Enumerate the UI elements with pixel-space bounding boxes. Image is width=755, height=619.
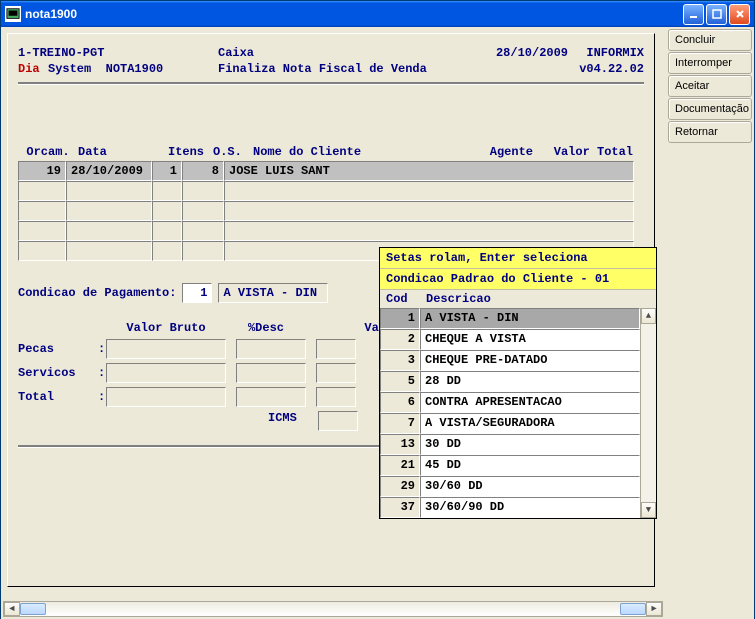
popup-option-list[interactable]: 1A VISTA - DIN2CHEQUE A VISTA3CHEQUE PRE… bbox=[380, 308, 640, 518]
orders-grid[interactable]: 19 28/10/2009 1 8 JOSE LUIS SANT bbox=[18, 161, 644, 261]
maximize-button[interactable] bbox=[706, 4, 727, 25]
hscroll-thumb-right[interactable] bbox=[620, 603, 646, 615]
popup-scrollbar[interactable]: ▲ ▼ bbox=[640, 308, 656, 518]
popup-option[interactable]: 7A VISTA/SEGURADORA bbox=[380, 413, 640, 434]
documentacao-button[interactable]: Documentação bbox=[668, 98, 752, 120]
action-sidebar: Concluir Interromper Aceitar Documentaçã… bbox=[668, 29, 752, 143]
condicao-label: Condicao de Pagamento: bbox=[18, 286, 176, 300]
popup-option[interactable]: 2145 DD bbox=[380, 455, 640, 476]
table-row[interactable] bbox=[18, 221, 644, 241]
window-title: nota1900 bbox=[25, 7, 683, 21]
table-row[interactable] bbox=[18, 181, 644, 201]
total-liq-field bbox=[316, 387, 356, 407]
icms-label: ICMS bbox=[268, 411, 318, 431]
table-row[interactable] bbox=[18, 201, 644, 221]
horizontal-scrollbar[interactable]: ◄ ► bbox=[3, 601, 663, 617]
minimize-button[interactable] bbox=[683, 4, 704, 25]
scroll-right-button[interactable]: ► bbox=[646, 602, 662, 616]
popup-option[interactable]: 528 DD bbox=[380, 371, 640, 392]
condicao-code-field[interactable]: 1 bbox=[182, 283, 212, 303]
app-icon bbox=[5, 6, 21, 22]
popup-hint: Setas rolam, Enter seleciona bbox=[380, 248, 656, 269]
titlebar[interactable]: nota1900 bbox=[1, 1, 754, 27]
popup-option[interactable]: 2CHEQUE A VISTA bbox=[380, 329, 640, 350]
header-module: Caixa bbox=[218, 46, 458, 60]
condicao-lookup-popup: Setas rolam, Enter seleciona Condicao Pa… bbox=[379, 247, 657, 519]
header-db: INFORMIX bbox=[568, 46, 644, 60]
popup-option[interactable]: 3CHEQUE PRE-DATADO bbox=[380, 350, 640, 371]
popup-subtitle: Condicao Padrao do Cliente - 01 bbox=[380, 269, 656, 290]
app-window: nota1900 1-TREINO-PGT Caixa 28/10/2009 I… bbox=[0, 0, 755, 619]
total-bruto-field bbox=[106, 387, 226, 407]
scroll-track[interactable] bbox=[641, 324, 656, 502]
retornar-button[interactable]: Retornar bbox=[668, 121, 752, 143]
servicos-bruto-field[interactable] bbox=[106, 363, 226, 383]
popup-option[interactable]: 1A VISTA - DIN bbox=[380, 308, 640, 329]
popup-option[interactable]: 6CONTRA APRESENTACAO bbox=[380, 392, 640, 413]
header-date: 28/10/2009 bbox=[458, 46, 568, 60]
scroll-left-button[interactable]: ◄ bbox=[4, 602, 20, 616]
hscroll-thumb-left[interactable] bbox=[20, 603, 46, 615]
interromper-button[interactable]: Interromper bbox=[668, 52, 752, 74]
header-description: Finaliza Nota Fiscal de Venda bbox=[218, 62, 518, 76]
table-row[interactable]: 19 28/10/2009 1 8 JOSE LUIS SANT bbox=[18, 161, 644, 181]
header-org: 1-TREINO-PGT bbox=[18, 46, 218, 60]
popup-option[interactable]: 1330 DD bbox=[380, 434, 640, 455]
header-version: v04.22.02 bbox=[518, 62, 644, 76]
icms-field[interactable] bbox=[318, 411, 358, 431]
main-panel: 1-TREINO-PGT Caixa 28/10/2009 INFORMIX D… bbox=[1, 27, 665, 600]
grid-header: Orcam. Data Itens O.S. Nome do Cliente A… bbox=[18, 145, 644, 159]
scroll-down-button[interactable]: ▼ bbox=[641, 502, 656, 518]
aceitar-button[interactable]: Aceitar bbox=[668, 75, 752, 97]
pecas-liq-field[interactable] bbox=[316, 339, 356, 359]
servicos-desc-field[interactable] bbox=[236, 363, 306, 383]
total-desc-field bbox=[236, 387, 306, 407]
scroll-up-button[interactable]: ▲ bbox=[641, 308, 656, 324]
divider bbox=[18, 82, 644, 85]
pecas-desc-field[interactable] bbox=[236, 339, 306, 359]
close-button[interactable] bbox=[729, 4, 750, 25]
hscroll-track[interactable] bbox=[20, 602, 646, 616]
popup-option[interactable]: 3730/60/90 DD bbox=[380, 497, 640, 518]
concluir-button[interactable]: Concluir bbox=[668, 29, 752, 51]
servicos-liq-field[interactable] bbox=[316, 363, 356, 383]
condicao-desc-field: A VISTA - DIN bbox=[218, 283, 328, 303]
popup-option[interactable]: 2930/60 DD bbox=[380, 476, 640, 497]
header-dia: Dia bbox=[18, 62, 48, 76]
pecas-bruto-field[interactable] bbox=[106, 339, 226, 359]
